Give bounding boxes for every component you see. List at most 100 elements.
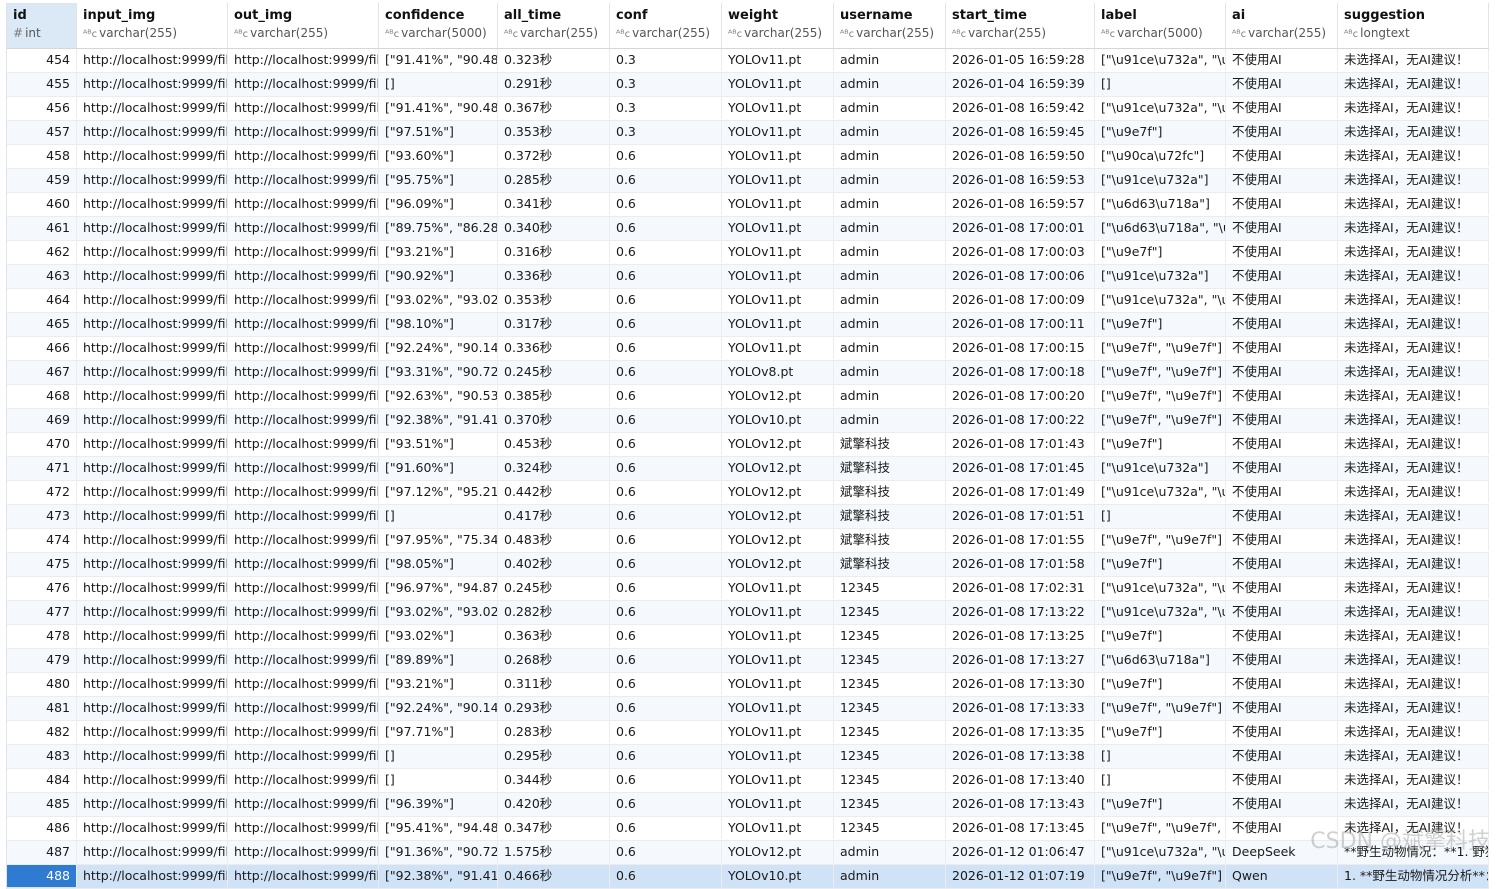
- cell-all-time[interactable]: 0.453秒: [498, 433, 610, 455]
- cell-weight[interactable]: YOLOv12.pt: [722, 505, 834, 527]
- cell-all-time[interactable]: 0.466秒: [498, 865, 610, 887]
- cell-conf[interactable]: 0.6: [610, 313, 722, 335]
- cell-weight[interactable]: YOLOv10.pt: [722, 409, 834, 431]
- cell-ai[interactable]: 不使用AI: [1226, 145, 1338, 167]
- cell-out-img[interactable]: http://localhost:9999/file: [228, 193, 379, 215]
- cell-start-time[interactable]: 2026-01-08 17:01:49: [946, 481, 1095, 503]
- cell-out-img[interactable]: http://localhost:9999/file: [228, 145, 379, 167]
- cell-weight[interactable]: YOLOv11.pt: [722, 241, 834, 263]
- cell-all-time[interactable]: 0.293秒: [498, 697, 610, 719]
- cell-id[interactable]: 470: [7, 433, 77, 455]
- cell-confidence[interactable]: ["90.92%"]: [379, 265, 498, 287]
- cell-out-img[interactable]: http://localhost:9999/file: [228, 241, 379, 263]
- cell-start-time[interactable]: 2026-01-08 17:00:06: [946, 265, 1095, 287]
- cell-conf[interactable]: 0.6: [610, 145, 722, 167]
- cell-ai[interactable]: 不使用AI: [1226, 385, 1338, 407]
- cell-weight[interactable]: YOLOv11.pt: [722, 313, 834, 335]
- table-row[interactable]: 476 http://localhost:9999/file http://loca…: [7, 577, 1489, 601]
- cell-label[interactable]: ["\u9e7f", "\u9e7f"]: [1095, 361, 1226, 383]
- cell-input-img[interactable]: http://localhost:9999/file: [77, 409, 228, 431]
- cell-conf[interactable]: 0.3: [610, 97, 722, 119]
- cell-ai[interactable]: 不使用AI: [1226, 49, 1338, 71]
- cell-ai[interactable]: 不使用AI: [1226, 769, 1338, 791]
- cell-conf[interactable]: 0.6: [610, 601, 722, 623]
- cell-conf[interactable]: 0.6: [610, 385, 722, 407]
- cell-conf[interactable]: 0.6: [610, 433, 722, 455]
- cell-username[interactable]: admin: [834, 217, 946, 239]
- cell-weight[interactable]: YOLOv12.pt: [722, 385, 834, 407]
- cell-id[interactable]: 483: [7, 745, 77, 767]
- cell-input-img[interactable]: http://localhost:9999/file: [77, 241, 228, 263]
- cell-username[interactable]: 斌擎科技: [834, 433, 946, 455]
- cell-ai[interactable]: 不使用AI: [1226, 673, 1338, 695]
- cell-input-img[interactable]: http://localhost:9999/file: [77, 337, 228, 359]
- cell-start-time[interactable]: 2026-01-08 17:00:09: [946, 289, 1095, 311]
- cell-ai[interactable]: 不使用AI: [1226, 553, 1338, 575]
- cell-ai[interactable]: 不使用AI: [1226, 649, 1338, 671]
- cell-weight[interactable]: YOLOv11.pt: [722, 625, 834, 647]
- cell-weight[interactable]: YOLOv11.pt: [722, 337, 834, 359]
- cell-start-time[interactable]: 2026-01-08 17:00:15: [946, 337, 1095, 359]
- cell-label[interactable]: ["\u91ce\u732a", "\u: [1095, 289, 1226, 311]
- table-row[interactable]: 474 http://localhost:9999/file http://loca…: [7, 529, 1489, 553]
- cell-label[interactable]: []: [1095, 769, 1226, 791]
- cell-suggestion[interactable]: 未选择AI，无AI建议！: [1338, 361, 1489, 383]
- cell-id[interactable]: 480: [7, 673, 77, 695]
- cell-label[interactable]: ["\u91ce\u732a", "\u: [1095, 601, 1226, 623]
- cell-all-time[interactable]: 0.317秒: [498, 313, 610, 335]
- cell-username[interactable]: 12345: [834, 697, 946, 719]
- cell-label[interactable]: ["\u91ce\u732a", "\u: [1095, 97, 1226, 119]
- cell-all-time[interactable]: 0.323秒: [498, 49, 610, 71]
- cell-input-img[interactable]: http://localhost:9999/file: [77, 457, 228, 479]
- cell-username[interactable]: 12345: [834, 769, 946, 791]
- cell-input-img[interactable]: http://localhost:9999/file: [77, 73, 228, 95]
- cell-username[interactable]: admin: [834, 169, 946, 191]
- cell-conf[interactable]: 0.6: [610, 817, 722, 839]
- cell-confidence[interactable]: ["89.89%"]: [379, 649, 498, 671]
- cell-label[interactable]: ["\u6d63\u718a"]: [1095, 649, 1226, 671]
- table-row[interactable]: 454 http://localhost:9999/file http://loca…: [7, 49, 1489, 73]
- cell-username[interactable]: admin: [834, 385, 946, 407]
- cell-out-img[interactable]: http://localhost:9999/file: [228, 337, 379, 359]
- cell-username[interactable]: 12345: [834, 625, 946, 647]
- cell-all-time[interactable]: 0.442秒: [498, 481, 610, 503]
- cell-weight[interactable]: YOLOv11.pt: [722, 673, 834, 695]
- cell-label[interactable]: ["\u9e7f", "\u9e7f"]: [1095, 337, 1226, 359]
- cell-weight[interactable]: YOLOv11.pt: [722, 121, 834, 143]
- cell-input-img[interactable]: http://localhost:9999/file: [77, 577, 228, 599]
- cell-username[interactable]: 斌擎科技: [834, 457, 946, 479]
- cell-username[interactable]: 12345: [834, 745, 946, 767]
- cell-input-img[interactable]: http://localhost:9999/file: [77, 385, 228, 407]
- cell-input-img[interactable]: http://localhost:9999/file: [77, 721, 228, 743]
- cell-start-time[interactable]: 2026-01-08 17:13:45: [946, 817, 1095, 839]
- cell-username[interactable]: admin: [834, 97, 946, 119]
- cell-id[interactable]: 468: [7, 385, 77, 407]
- cell-input-img[interactable]: http://localhost:9999/file: [77, 217, 228, 239]
- cell-label[interactable]: ["\u9e7f"]: [1095, 625, 1226, 647]
- cell-username[interactable]: 12345: [834, 601, 946, 623]
- cell-all-time[interactable]: 0.353秒: [498, 121, 610, 143]
- cell-label[interactable]: ["\u9e7f"]: [1095, 313, 1226, 335]
- cell-all-time[interactable]: 0.316秒: [498, 241, 610, 263]
- cell-weight[interactable]: YOLOv10.pt: [722, 865, 834, 887]
- cell-id[interactable]: 463: [7, 265, 77, 287]
- cell-input-img[interactable]: http://localhost:9999/file: [77, 505, 228, 527]
- cell-input-img[interactable]: http://localhost:9999/file: [77, 193, 228, 215]
- cell-all-time[interactable]: 0.295秒: [498, 745, 610, 767]
- table-row[interactable]: 471 http://localhost:9999/file http://loca…: [7, 457, 1489, 481]
- cell-ai[interactable]: 不使用AI: [1226, 721, 1338, 743]
- cell-ai[interactable]: 不使用AI: [1226, 529, 1338, 551]
- column-header-label[interactable]: label ᴬᴮc varchar(5000): [1095, 3, 1226, 48]
- cell-id[interactable]: 485: [7, 793, 77, 815]
- cell-ai[interactable]: 不使用AI: [1226, 121, 1338, 143]
- cell-conf[interactable]: 0.6: [610, 529, 722, 551]
- cell-all-time[interactable]: 0.385秒: [498, 385, 610, 407]
- column-header-start-time[interactable]: start_time ᴬᴮc varchar(255): [946, 3, 1095, 48]
- cell-out-img[interactable]: http://localhost:9999/file: [228, 769, 379, 791]
- cell-username[interactable]: admin: [834, 409, 946, 431]
- cell-all-time[interactable]: 0.268秒: [498, 649, 610, 671]
- cell-id[interactable]: 486: [7, 817, 77, 839]
- cell-id[interactable]: 469: [7, 409, 77, 431]
- cell-username[interactable]: admin: [834, 73, 946, 95]
- cell-conf[interactable]: 0.6: [610, 745, 722, 767]
